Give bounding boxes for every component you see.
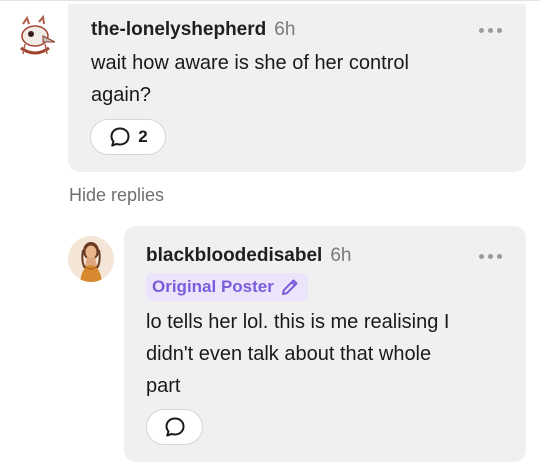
speech-bubble-icon: [110, 127, 130, 147]
reply-text-line: lo tells her lol. this is me realising I: [146, 311, 450, 333]
reply-reply-button[interactable]: [146, 409, 203, 445]
original-poster-badge: Original Poster: [146, 273, 308, 301]
comment-more-button[interactable]: [477, 24, 504, 37]
ellipsis-icon: [479, 254, 484, 259]
reply-username[interactable]: blackbloodedisabel: [146, 245, 322, 266]
top-divider: [0, 0, 540, 1]
bird-skull-avatar-icon: [13, 14, 57, 58]
pencil-icon: [281, 279, 298, 295]
comment-username[interactable]: the-lonelyshepherd: [91, 19, 266, 40]
comment-time: 6h: [274, 19, 296, 40]
comment-avatar[interactable]: [13, 14, 57, 58]
speech-bubble-icon: [165, 417, 184, 437]
ellipsis-icon: [479, 28, 484, 33]
badge-label: Original Poster: [152, 277, 274, 296]
comment-text-line: again?: [91, 84, 152, 106]
comment-reply-button[interactable]: 2: [90, 119, 166, 155]
comment-text: wait how aware is she of her control aga…: [91, 47, 409, 111]
reply-text-line: part: [146, 375, 181, 397]
reply-header: blackbloodedisabel 6h: [146, 245, 351, 267]
reply-avatar[interactable]: [68, 236, 114, 282]
reply-count: 2: [138, 127, 148, 146]
reply-text: lo tells her lol. this is me realising I…: [146, 306, 449, 402]
reply-more-button[interactable]: [477, 250, 504, 263]
hide-replies-link[interactable]: Hide replies: [69, 185, 164, 206]
reply-time: 6h: [330, 245, 352, 266]
woman-portrait-avatar-icon: [68, 236, 114, 282]
comment-text-line: wait how aware is she of her control: [91, 52, 409, 74]
reply-text-line: didn't even talk about that whole: [146, 343, 432, 365]
comment-header: the-lonelyshepherd 6h: [91, 19, 295, 41]
